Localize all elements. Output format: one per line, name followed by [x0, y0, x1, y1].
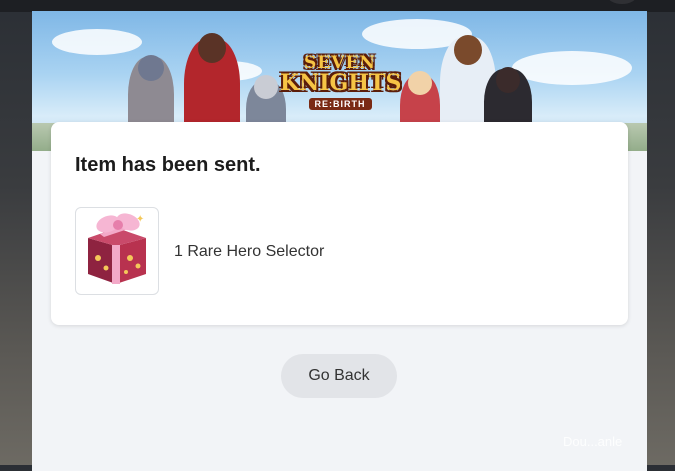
- item-name: 1 Rare Hero Selector: [174, 243, 325, 260]
- go-back-button[interactable]: Go Back: [281, 354, 397, 398]
- svg-text:✦: ✦: [136, 214, 144, 225]
- watermark: Dou...anle: [563, 434, 623, 449]
- item-sent-card: Item has been sent. ✦ 1 Rare Hero Select…: [51, 122, 628, 325]
- item-sent-modal: SEVEN KNIGHTS RE:BIRTH Item has been sen…: [32, 11, 647, 471]
- seven-knights-logo: SEVEN KNIGHTS RE:BIRTH: [280, 55, 402, 125]
- cloud-decoration: [512, 51, 632, 85]
- gift-box-icon: ✦: [88, 213, 146, 284]
- cloud-decoration: [52, 29, 142, 55]
- card-title: Item has been sent.: [75, 154, 261, 176]
- logo-title-main: KNIGHTS: [280, 70, 402, 96]
- item-thumbnail: ✦: [75, 207, 159, 295]
- logo-subtitle: RE:BIRTH: [308, 98, 372, 110]
